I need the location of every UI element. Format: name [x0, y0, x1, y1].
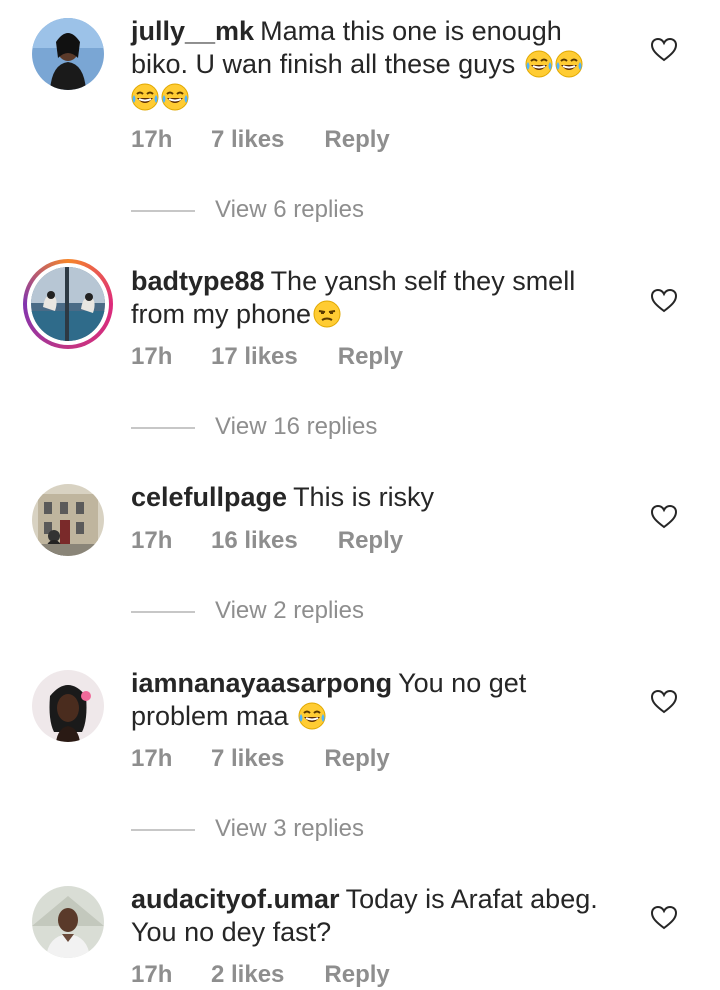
avatar-image	[32, 670, 104, 742]
view-replies-label: View 2 replies	[215, 597, 364, 624]
reply-button[interactable]: Reply	[324, 126, 389, 154]
comment-body: You no dey fast?	[131, 917, 332, 947]
comment-meta: 17h 16 likes Reply	[131, 527, 403, 555]
comment-body: The yansh self they smell	[270, 266, 576, 296]
view-replies-button[interactable]: View 2 replies	[131, 597, 364, 625]
comment-text: badtype88 The yansh self they smell from …	[131, 265, 621, 331]
divider-line	[131, 426, 195, 429]
comment-meta: 17h 17 likes Reply	[131, 343, 403, 371]
comment-text: celefullpage This is risky	[131, 481, 621, 514]
reply-button[interactable]: Reply	[338, 343, 403, 371]
view-replies-label: View 6 replies	[215, 196, 364, 223]
heart-outline-icon[interactable]	[650, 36, 678, 64]
story-ring[interactable]	[23, 259, 113, 349]
avatar-image	[32, 18, 104, 90]
heart-outline-icon[interactable]	[650, 688, 678, 716]
comment-likes[interactable]: 16 likes	[211, 527, 298, 555]
comment-username[interactable]: celefullpage	[131, 482, 287, 512]
comment-body: You no get	[398, 668, 527, 698]
face-with-tears-of-joy-icon	[298, 702, 326, 730]
comment-body: This is risky	[293, 482, 435, 512]
comment-username[interactable]: jully__mk	[131, 16, 254, 46]
comment-body: Today is Arafat abeg.	[345, 884, 598, 914]
avatar-image	[32, 886, 104, 958]
face-with-tears-of-joy-icon	[131, 83, 159, 111]
comment-likes[interactable]: 2 likes	[211, 961, 284, 989]
reply-button[interactable]: Reply	[338, 527, 403, 555]
view-replies-button[interactable]: View 6 replies	[131, 196, 364, 224]
comment-meta: 17h 7 likes Reply	[131, 745, 390, 773]
reply-button[interactable]: Reply	[324, 961, 389, 989]
comment-likes[interactable]: 7 likes	[211, 745, 284, 773]
view-replies-button[interactable]: View 16 replies	[131, 413, 377, 441]
divider-line	[131, 610, 195, 613]
avatar[interactable]	[32, 484, 104, 556]
comment-username[interactable]: iamnanayaasarpong	[131, 668, 392, 698]
comment-meta: 17h 7 likes Reply	[131, 126, 390, 154]
avatar[interactable]	[32, 886, 104, 958]
view-replies-label: View 16 replies	[215, 413, 378, 440]
divider-line	[131, 209, 195, 212]
comment-time: 17h	[131, 343, 173, 370]
comment-username[interactable]: audacityof.umar	[131, 884, 340, 914]
face-with-tears-of-joy-icon	[555, 50, 583, 78]
comment-text: jully__mk Mama this one is enough biko. U…	[131, 15, 621, 114]
comment-time: 17h	[131, 527, 173, 554]
avatar-image	[31, 267, 105, 341]
reply-button[interactable]: Reply	[324, 745, 389, 773]
comment-time: 17h	[131, 126, 173, 153]
avatar[interactable]	[32, 670, 104, 742]
comment-likes[interactable]: 17 likes	[211, 343, 298, 371]
comment-body: biko. U wan finish all these guys	[131, 49, 516, 79]
unamused-face-icon	[313, 300, 341, 328]
divider-line	[131, 828, 195, 831]
comment-username[interactable]: badtype88	[131, 266, 265, 296]
comment-text: audacityof.umar Today is Arafat abeg. You…	[131, 883, 621, 949]
comment-meta: 17h 2 likes Reply	[131, 961, 390, 989]
avatar-image	[32, 484, 104, 556]
heart-outline-icon[interactable]	[650, 904, 678, 932]
view-replies-label: View 3 replies	[215, 815, 364, 842]
comment-body: problem maa	[131, 701, 289, 731]
face-with-tears-of-joy-icon	[161, 83, 189, 111]
comment-time: 17h	[131, 745, 173, 772]
avatar[interactable]	[32, 18, 104, 90]
comment-body: Mama this one is enough	[260, 16, 562, 46]
face-with-tears-of-joy-icon	[525, 50, 553, 78]
view-replies-button[interactable]: View 3 replies	[131, 815, 364, 843]
heart-outline-icon[interactable]	[650, 503, 678, 531]
heart-outline-icon[interactable]	[650, 287, 678, 315]
comment-time: 17h	[131, 961, 173, 988]
comment-text: iamnanayaasarpong You no get problem maa	[131, 667, 621, 733]
comment-body: from my phone	[131, 299, 312, 329]
comment-likes[interactable]: 7 likes	[211, 126, 284, 154]
